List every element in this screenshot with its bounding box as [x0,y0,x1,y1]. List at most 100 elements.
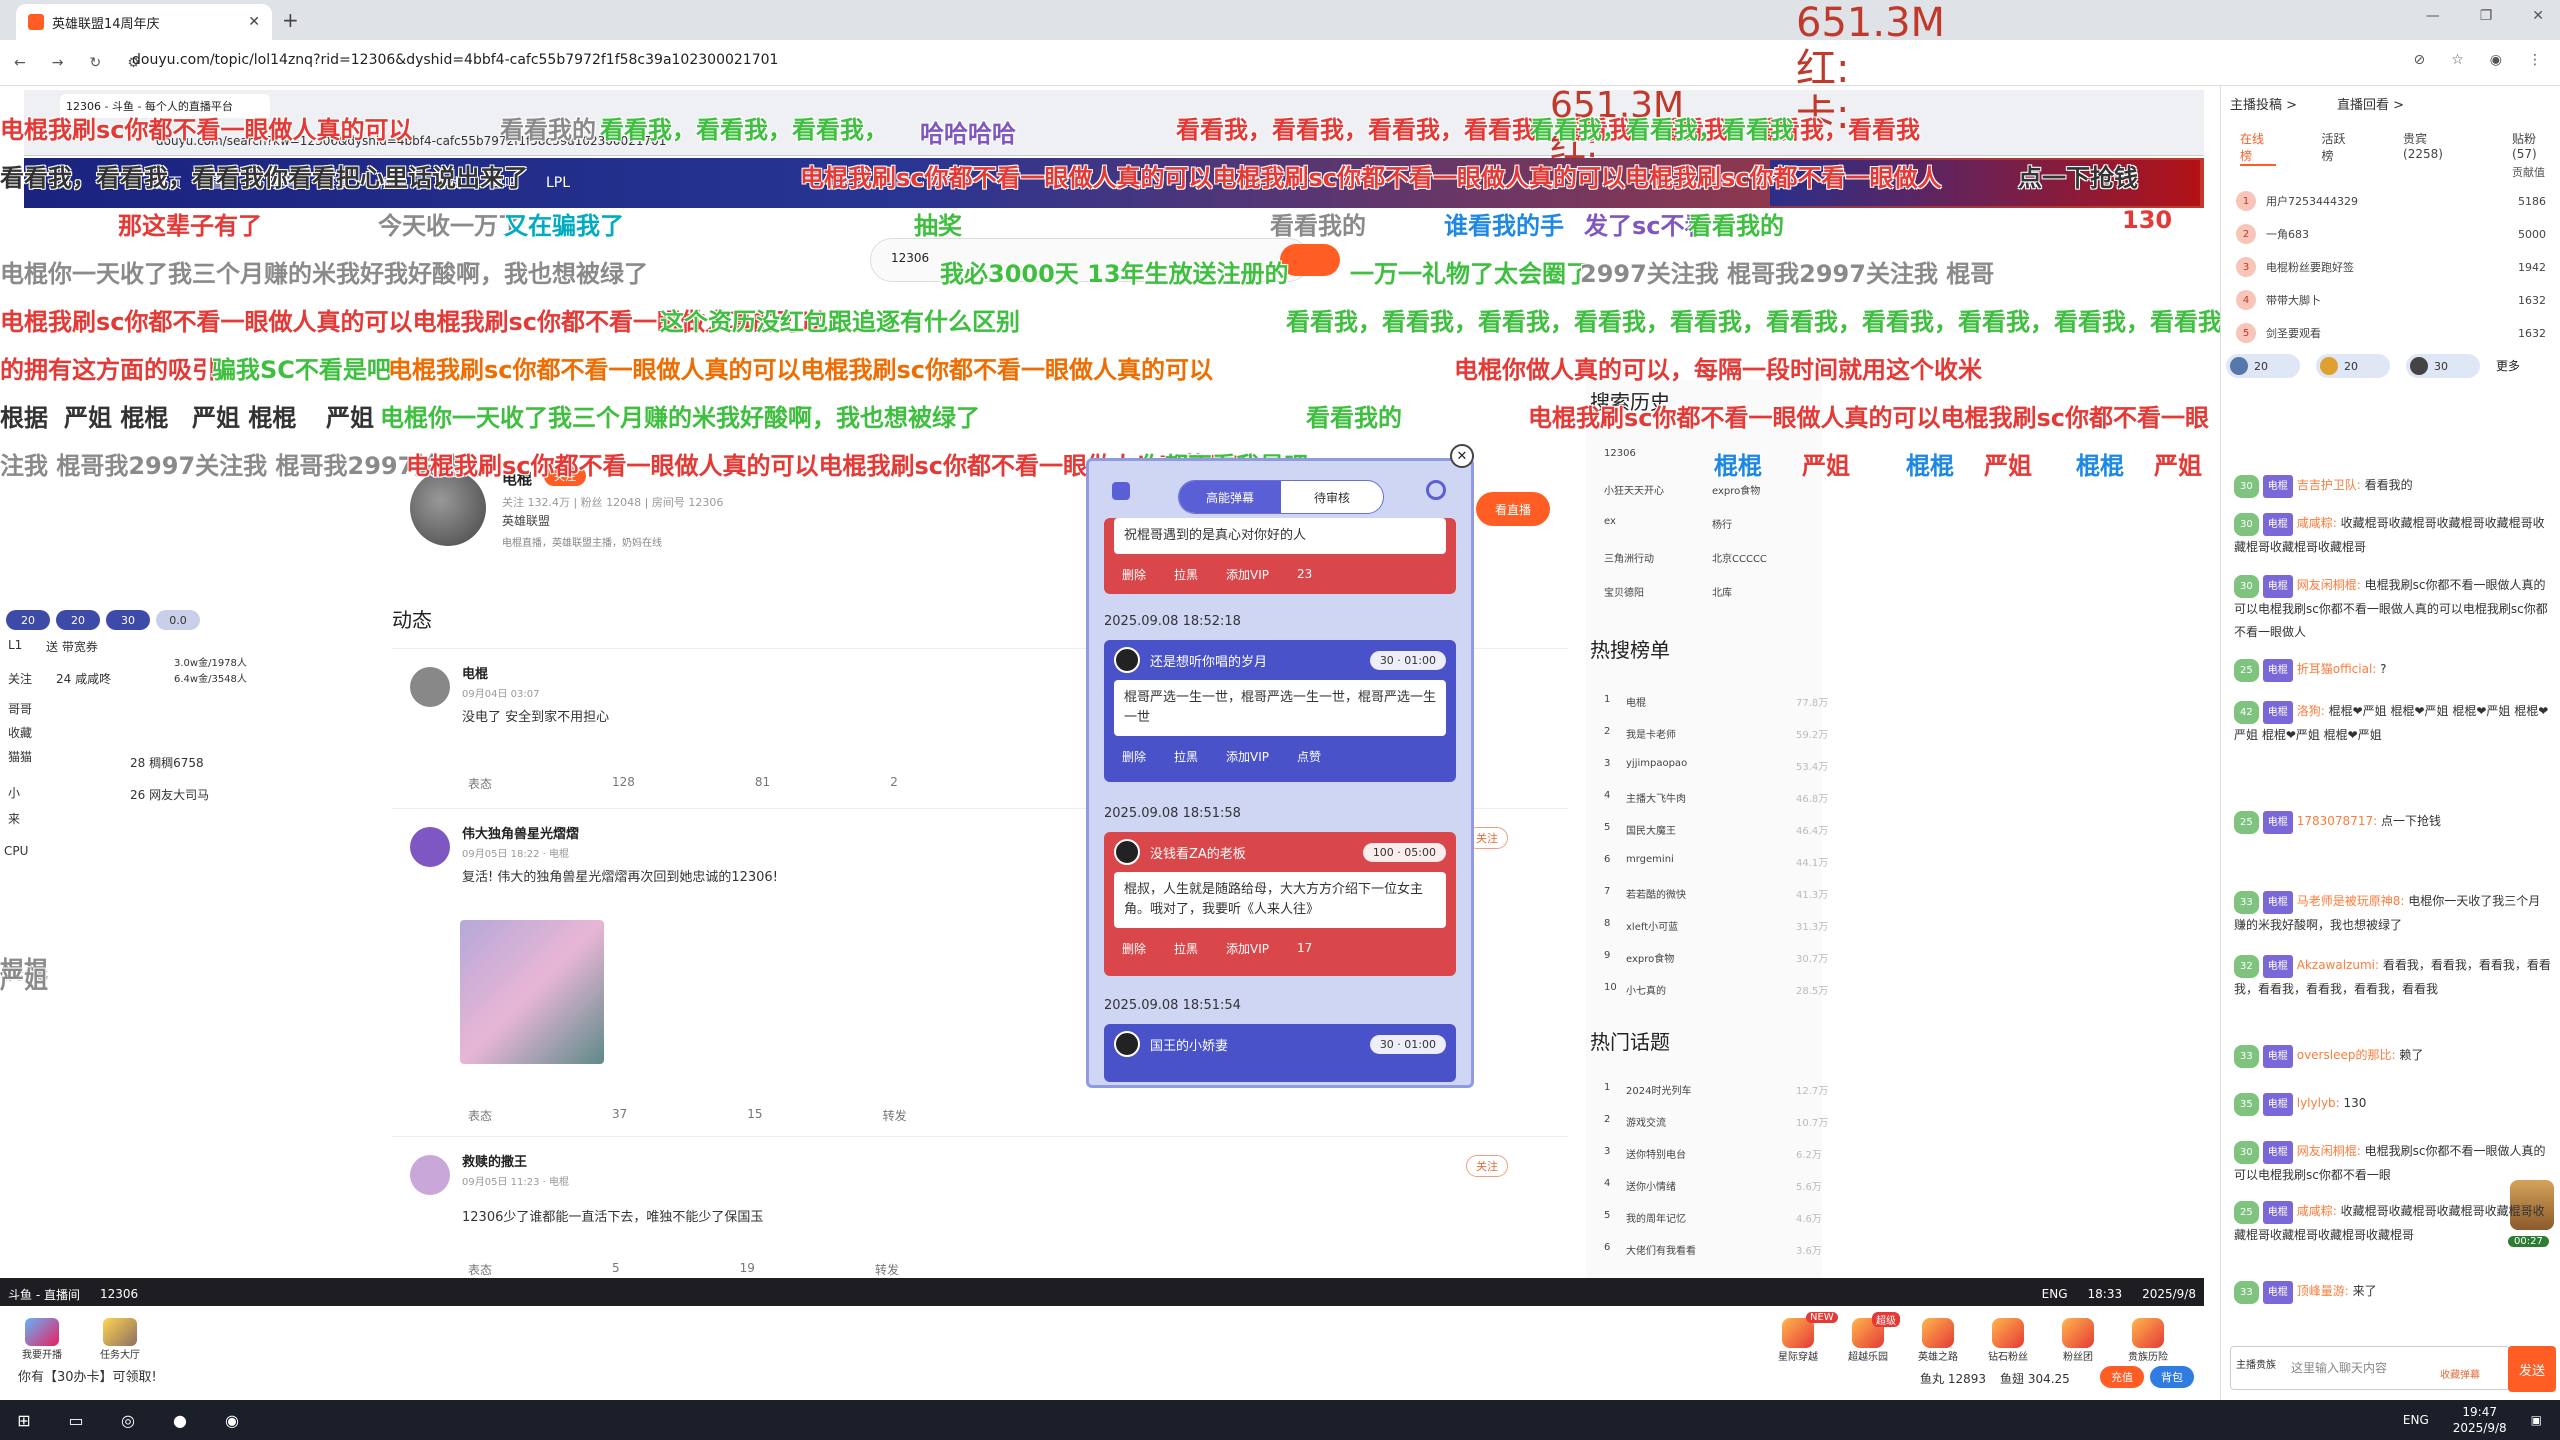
app-icon[interactable]: ◎ [116,1408,140,1432]
close-panel-button[interactable]: ✕ [1450,444,1474,468]
rank-row[interactable]: 2 一角683 5000 [2236,221,2546,247]
hot-item[interactable]: 小七真的 [1626,982,1666,997]
clock[interactable]: 19:47 2025/9/8 [2453,1404,2507,1436]
tab-vip[interactable]: 贵宾(2258) [2403,130,2466,166]
add-vip-button[interactable]: 添加VIP [1226,566,1269,583]
chat-user[interactable]: 网友闲桐棍: [2297,1144,2361,1158]
task-hall-button[interactable]: 任务大厅 [90,1318,150,1362]
add-vip-button[interactable]: 添加VIP [1226,748,1269,765]
rank-row[interactable]: 5 剑圣要观看 1632 [2236,320,2546,346]
danmu-message: 130 [2122,206,2173,234]
windows-start-icon[interactable]: ⊞ [12,1408,36,1432]
chrome-icon[interactable]: ◉ [220,1408,244,1432]
like-button[interactable]: 23 [1297,567,1312,581]
tab-high-energy[interactable]: 高能弹幕 [1179,481,1281,513]
rank-row[interactable]: 4 带带大脚卜 1632 [2236,287,2546,313]
user-level: 25 [2234,659,2259,682]
chat-user[interactable]: 咸咸粽: [2297,516,2337,530]
send-button[interactable]: 发送 [2508,1346,2556,1392]
hot-item[interactable]: xleft小可蓝 [1626,918,1678,933]
chat-user[interactable]: 顶峰量游: [2297,1284,2349,1298]
chat-user[interactable]: lylylyb: [2297,1096,2340,1110]
hot-item[interactable]: 主播大飞牛肉 [1626,790,1686,805]
close-window-icon[interactable]: ✕ [2532,8,2544,24]
app-icon[interactable]: ● [168,1408,192,1432]
bookmark-star-icon[interactable]: ☆ [2451,52,2464,68]
helper-icon[interactable] [1112,482,1130,500]
profile-icon[interactable]: ◉ [2490,52,2502,68]
new-tab-button[interactable]: + [282,8,299,32]
gift-label: 钻石粉丝 [1988,1352,2028,1363]
lang-indicator[interactable]: ENG [2403,1413,2429,1427]
chat-user[interactable]: 马老师是被玩原神8: [2297,894,2405,908]
maximize-icon[interactable]: ❐ [2480,8,2493,24]
topic-item[interactable]: 大佬们有我看看 [1626,1242,1696,1257]
chat-user[interactable]: oversleep的那比: [2297,1048,2396,1062]
hot-item[interactable]: 我是卡老师 [1626,726,1676,741]
like-button[interactable]: 17 [1297,941,1312,955]
gift-item[interactable]: 粉丝团 [2050,1318,2106,1366]
block-button[interactable]: 拉黑 [1174,566,1198,583]
add-vip-button[interactable]: 添加VIP [1226,940,1269,957]
chat-user[interactable]: 吉吉护卫队: [2297,478,2361,492]
hot-item[interactable]: 若若酷的微快 [1626,886,1686,901]
rank-row[interactable]: 3 电棍粉丝要跑好签 1942 [2236,254,2546,280]
gift-item[interactable]: 贵族历险 [2120,1318,2176,1366]
gift-item[interactable]: 星际穿越 [1770,1318,1826,1366]
replay-link[interactable]: 直播回看 > [2337,94,2404,124]
chat-user[interactable]: 洛狗: [2297,704,2325,718]
minimize-icon[interactable]: — [2426,8,2440,24]
task-view-icon[interactable]: ▭ [64,1408,88,1432]
chat-user[interactable]: 网友闲桐棍: [2297,578,2361,592]
block-button[interactable]: 拉黑 [1174,940,1198,957]
hot-item[interactable]: 国民大魔王 [1626,822,1676,837]
like-button[interactable]: 点赞 [1297,748,1321,765]
block-button[interactable]: 拉黑 [1174,748,1198,765]
gift-item[interactable]: 英雄之路 [1910,1318,1966,1366]
chat-user[interactable]: 1783078717: [2297,814,2377,828]
gift-item[interactable]: 钻石粉丝 [1980,1318,2036,1366]
start-live-button[interactable]: 我要开播 [12,1318,72,1362]
delete-button[interactable]: 删除 [1122,748,1146,765]
tab-online[interactable]: 在线榜 [2240,130,2276,166]
browser-tab[interactable]: 英雄联盟14周年庆 ✕ [16,4,272,40]
hot-value: 44.1万 [1796,858,1829,869]
chat-user[interactable]: 折耳猫official: [2297,662,2377,676]
card-notice[interactable]: 你有【30办卡】可领取! [18,1366,157,1385]
bag-button[interactable]: 背包 [2150,1366,2194,1388]
gift-label: 星际穿越 [1778,1352,1818,1363]
forward-icon[interactable]: → [52,55,64,71]
chat-user[interactable]: Akzawalzumi: [2297,958,2379,972]
topic-item[interactable]: 送你特别电台 [1626,1146,1686,1161]
hot-item[interactable]: expro食物 [1626,950,1674,965]
hot-item[interactable]: mrgemini [1626,854,1674,865]
tab-pending[interactable]: 待审核 [1281,481,1383,513]
danmu-date: 2025.09.08 18:51:58 [1104,806,1241,821]
tab-fans[interactable]: 贴粉(57) [2512,130,2560,166]
notification-icon[interactable]: ▣ [2531,1413,2542,1427]
send-danmu-toggle[interactable]: 收藏弹幕 [2440,1366,2480,1381]
delete-button[interactable]: 删除 [1122,566,1146,583]
recharge-button[interactable]: 充值 [2100,1366,2144,1388]
topic-item[interactable]: 送你小情绪 [1626,1178,1676,1193]
topic-item[interactable]: 我的周年记忆 [1626,1210,1686,1225]
hot-item[interactable]: yjjimpaopao [1626,758,1687,769]
rank-row[interactable]: 1 用户7253444329 5186 [2236,188,2546,214]
hot-item[interactable]: 电棍 [1626,694,1646,709]
streamer-posts-link[interactable]: 主播投稿 > [2230,94,2297,124]
more-link[interactable]: 更多 [2496,354,2520,378]
reload-icon[interactable]: ↻ [89,55,101,71]
tab-active[interactable]: 活跃榜 [2322,130,2358,166]
eye-off-icon[interactable]: ⊘ [2413,52,2425,68]
topic-item[interactable]: 游戏交流 [1626,1114,1666,1129]
url-field[interactable]: douyu.com/topic/lol14znq?rid=12306&dyshi… [132,52,778,68]
menu-icon[interactable]: ⋮ [2528,52,2542,68]
topic-item[interactable]: 2024时光列车 [1626,1082,1691,1097]
close-tab-icon[interactable]: ✕ [248,14,260,30]
post-meta: 09月05日 11:23 · 电棍 [462,1177,569,1188]
badge-count: 20 [2254,359,2268,373]
chat-user[interactable]: 咸咸粽: [2297,1204,2337,1218]
gear-icon[interactable] [1426,480,1446,500]
back-icon[interactable]: ← [14,55,26,71]
delete-button[interactable]: 删除 [1122,940,1146,957]
